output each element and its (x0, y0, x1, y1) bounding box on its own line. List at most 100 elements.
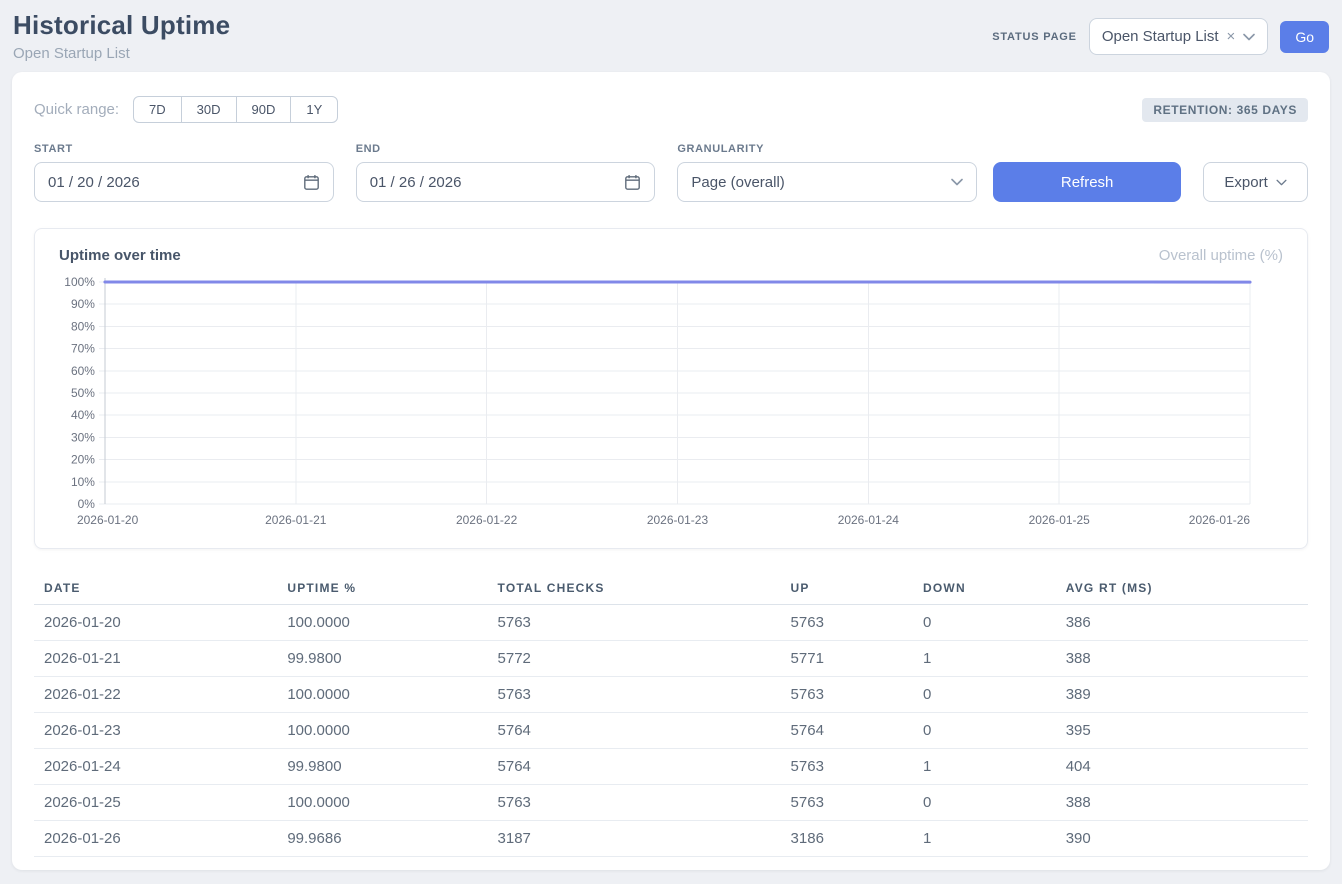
table-row: 2026-01-23100.0000576457640395 (34, 713, 1308, 749)
quick-range-button-group: 7D 30D 90D 1Y (133, 96, 338, 123)
table-cell: 386 (1056, 605, 1308, 641)
chevron-down-icon (1276, 179, 1287, 186)
svg-text:70%: 70% (71, 342, 95, 356)
quick-range-30d-button[interactable]: 30D (181, 96, 237, 123)
table-cell: 2026-01-22 (34, 677, 277, 713)
table-cell: 2026-01-21 (34, 641, 277, 677)
calendar-icon[interactable] (303, 174, 320, 191)
table-cell: 100.0000 (277, 785, 487, 821)
table-row: 2026-01-22100.0000576357630389 (34, 677, 1308, 713)
uptime-chart-card: Uptime over time Overall uptime (%) 0% 10… (34, 228, 1308, 549)
table-cell: 5763 (781, 749, 913, 785)
svg-text:2026-01-20: 2026-01-20 (77, 513, 139, 527)
table-cell: 395 (1056, 713, 1308, 749)
table-cell: 5763 (488, 785, 781, 821)
table-row: 2026-01-2199.9800577257711388 (34, 641, 1308, 677)
status-page-label: STATUS PAGE (992, 31, 1077, 43)
table-cell: 5764 (781, 713, 913, 749)
svg-text:10%: 10% (71, 475, 95, 489)
table-cell: 0 (913, 605, 1056, 641)
table-row: 2026-01-2699.9686318731861390 (34, 821, 1308, 857)
granularity-select[interactable]: Page (overall) (677, 162, 977, 202)
page-subtitle: Open Startup List (13, 45, 230, 62)
table-header-row: DATEUPTIME %TOTAL CHECKSUPDOWNAVG RT (MS… (34, 573, 1308, 605)
svg-text:2026-01-26: 2026-01-26 (1189, 513, 1251, 527)
title-block: Historical Uptime Open Startup List (13, 10, 230, 62)
svg-text:2026-01-24: 2026-01-24 (838, 513, 900, 527)
table-cell: 5772 (488, 641, 781, 677)
table-row: 2026-01-20100.0000576357630386 (34, 605, 1308, 641)
table-cell: 390 (1056, 821, 1308, 857)
table-body: 2026-01-20100.00005763576303862026-01-21… (34, 605, 1308, 857)
status-page-select-value: Open Startup List (1102, 28, 1219, 45)
quick-range-row: Quick range: 7D 30D 90D 1Y RETENTION: 36… (34, 96, 1308, 123)
start-date-value: 01 / 20 / 2026 (48, 174, 140, 191)
end-date-value: 01 / 26 / 2026 (370, 174, 462, 191)
go-button[interactable]: Go (1280, 21, 1329, 53)
end-date-input[interactable]: 01 / 26 / 2026 (356, 162, 656, 202)
svg-text:2026-01-21: 2026-01-21 (265, 513, 327, 527)
table-cell: 0 (913, 677, 1056, 713)
table-column-header: UP (781, 573, 913, 605)
page-header: Historical Uptime Open Startup List STAT… (0, 0, 1342, 68)
table-cell: 3187 (488, 821, 781, 857)
table-column-header: UPTIME % (277, 573, 487, 605)
chart-legend: Overall uptime (%) (1159, 247, 1283, 264)
status-page-select[interactable]: Open Startup List × (1089, 18, 1269, 55)
table-cell: 389 (1056, 677, 1308, 713)
svg-text:30%: 30% (71, 430, 95, 444)
table-cell: 388 (1056, 785, 1308, 821)
table-cell: 2026-01-23 (34, 713, 277, 749)
end-date-label: END (356, 143, 656, 155)
uptime-line-chart: 0%10%20%30%40%50%60%70%80%90%100%2026-01… (59, 274, 1283, 534)
svg-text:20%: 20% (71, 453, 95, 467)
table-cell: 2026-01-25 (34, 785, 277, 821)
clear-selection-icon[interactable]: × (1227, 28, 1236, 45)
table-column-header: TOTAL CHECKS (488, 573, 781, 605)
start-date-input[interactable]: 01 / 20 / 2026 (34, 162, 334, 202)
filters-row: START 01 / 20 / 2026 END 01 / 26 / 2026 … (34, 143, 1308, 202)
table-cell: 5763 (781, 677, 913, 713)
main-card: Quick range: 7D 30D 90D 1Y RETENTION: 36… (12, 72, 1330, 870)
export-button[interactable]: Export (1203, 162, 1308, 202)
table-cell: 404 (1056, 749, 1308, 785)
quick-range-90d-button[interactable]: 90D (236, 96, 292, 123)
table-column-header: AVG RT (MS) (1056, 573, 1308, 605)
table-cell: 5763 (781, 785, 913, 821)
table-cell: 0 (913, 713, 1056, 749)
table-cell: 1 (913, 821, 1056, 857)
header-controls: STATUS PAGE Open Startup List × Go (992, 18, 1329, 55)
page-title: Historical Uptime (13, 10, 230, 41)
table-cell: 5763 (781, 605, 913, 641)
svg-text:100%: 100% (64, 275, 95, 289)
svg-text:40%: 40% (71, 408, 95, 422)
table-cell: 2026-01-26 (34, 821, 277, 857)
quick-range-7d-button[interactable]: 7D (133, 96, 182, 123)
uptime-table: DATEUPTIME %TOTAL CHECKSUPDOWNAVG RT (MS… (34, 573, 1308, 857)
granularity-label: GRANULARITY (677, 143, 977, 155)
export-button-label: Export (1224, 174, 1267, 191)
table-cell: 3186 (781, 821, 913, 857)
refresh-button[interactable]: Refresh (993, 162, 1181, 202)
svg-text:2026-01-23: 2026-01-23 (647, 513, 709, 527)
svg-text:50%: 50% (71, 386, 95, 400)
table-cell: 99.9800 (277, 749, 487, 785)
quick-range-label: Quick range: (34, 101, 119, 118)
chevron-down-icon (951, 178, 963, 186)
table-cell: 99.9686 (277, 821, 487, 857)
svg-text:2026-01-25: 2026-01-25 (1029, 513, 1091, 527)
svg-text:60%: 60% (71, 364, 95, 378)
table-cell: 5771 (781, 641, 913, 677)
table-cell: 100.0000 (277, 605, 487, 641)
chart-title: Uptime over time (59, 247, 181, 264)
table-cell: 5763 (488, 605, 781, 641)
table-cell: 5763 (488, 677, 781, 713)
calendar-icon[interactable] (624, 174, 641, 191)
svg-text:0%: 0% (78, 497, 96, 511)
table-row: 2026-01-25100.0000576357630388 (34, 785, 1308, 821)
quick-range-1y-button[interactable]: 1Y (290, 96, 338, 123)
table-cell: 100.0000 (277, 677, 487, 713)
svg-text:90%: 90% (71, 297, 95, 311)
table-column-header: DATE (34, 573, 277, 605)
svg-text:2026-01-22: 2026-01-22 (456, 513, 518, 527)
